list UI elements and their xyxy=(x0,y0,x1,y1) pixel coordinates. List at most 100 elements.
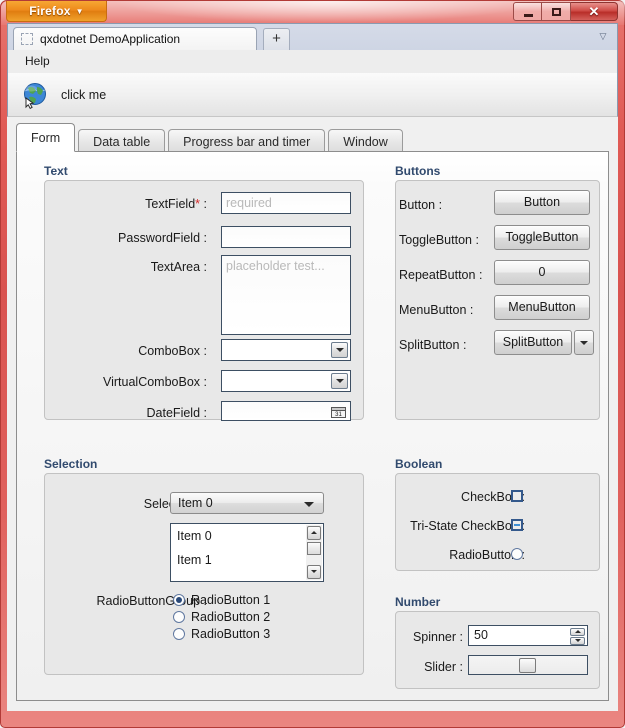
selectbox-control[interactable]: Item 0 xyxy=(170,492,324,514)
datefield-input[interactable]: 31 xyxy=(221,401,351,421)
combobox-control[interactable] xyxy=(221,339,351,361)
list-item[interactable]: Item 0 xyxy=(171,524,323,548)
spinner-up-button[interactable] xyxy=(570,628,585,636)
checkbox-control[interactable] xyxy=(511,490,523,502)
chevron-down-icon: ▼ xyxy=(75,6,84,16)
menu-item-help[interactable]: Help xyxy=(20,53,55,69)
repeat-button[interactable]: 0 xyxy=(494,260,590,285)
app-toolbar: click me xyxy=(7,73,618,117)
group-title-number: Number xyxy=(395,595,441,609)
toggle-button[interactable]: ToggleButton xyxy=(494,225,590,250)
menubar: Help xyxy=(7,50,618,73)
chevron-down-icon xyxy=(335,379,344,383)
spinner-down-button[interactable] xyxy=(570,637,585,645)
combobox-dropdown-button[interactable] xyxy=(331,342,348,358)
label-combobox-text: ComboBox xyxy=(138,344,201,358)
textfield-input[interactable]: required xyxy=(221,192,351,214)
label-textarea-text: TextArea xyxy=(150,260,201,274)
chevron-down-icon xyxy=(574,639,581,642)
label-datefield: DateField : xyxy=(87,406,207,420)
tristate-checkbox-control[interactable] xyxy=(511,519,523,531)
label-textfield: TextField* : xyxy=(87,197,207,211)
label-repeatbutton-sep: : xyxy=(478,268,483,282)
new-tab-button[interactable]: + xyxy=(263,28,290,50)
repeat-button-label: 0 xyxy=(538,265,546,279)
maximize-icon xyxy=(552,8,561,16)
browser-tab-title: qxdotnet DemoApplication xyxy=(40,32,181,46)
group-title-buttons: Buttons xyxy=(395,164,441,178)
label-virtualcombobox-sep: : xyxy=(203,375,207,389)
radio-radiobutton-2-label: RadioButton 2 xyxy=(191,610,271,624)
label-menubutton: MenuButton : xyxy=(399,303,509,317)
calendar-icon[interactable]: 31 xyxy=(331,405,346,418)
window-caption-buttons: ✕ xyxy=(513,2,618,21)
virtualcombobox-dropdown-button[interactable] xyxy=(331,373,348,389)
radio-radiobutton-1[interactable] xyxy=(173,594,185,606)
minimize-button[interactable] xyxy=(513,2,542,21)
radiobutton-control[interactable] xyxy=(511,548,523,560)
label-slider-text: Slider xyxy=(424,660,457,674)
group-title-boolean: Boolean xyxy=(395,457,443,471)
tab-list-dropdown-icon[interactable]: ▽ xyxy=(597,32,609,42)
label-radiobutton: RadioButton : xyxy=(407,548,525,562)
button-default[interactable]: Button xyxy=(494,190,590,215)
spinner-control[interactable]: 50 xyxy=(468,625,588,646)
group-title-selection: Selection xyxy=(44,457,98,471)
listbox-scrollbar[interactable] xyxy=(306,525,322,580)
split-button[interactable]: SplitButton xyxy=(494,330,572,355)
label-datefield-text: DateField xyxy=(146,406,201,420)
spinner-value: 50 xyxy=(474,628,488,642)
label-button: Button : xyxy=(399,198,509,212)
chevron-down-icon xyxy=(304,502,314,507)
close-icon: ✕ xyxy=(588,4,600,19)
maximize-button[interactable] xyxy=(542,2,571,21)
slider-knob[interactable] xyxy=(519,658,536,673)
button-default-label: Button xyxy=(523,195,561,209)
label-togglebutton-text: ToggleButton xyxy=(399,233,472,247)
split-button-arrow[interactable] xyxy=(574,330,594,355)
slider-control[interactable] xyxy=(468,655,588,675)
tab-form[interactable]: Form xyxy=(16,123,76,152)
label-passwordfield: PasswordField : xyxy=(87,231,207,245)
chevron-down-icon xyxy=(580,340,588,345)
chevron-up-icon xyxy=(574,630,581,633)
tab-window-label: Window xyxy=(343,135,388,149)
window-frame-sheen xyxy=(111,1,541,23)
virtualcombobox-control[interactable] xyxy=(221,370,351,392)
label-passwordfield-sep: : xyxy=(203,231,207,245)
radio-radiobutton-2[interactable] xyxy=(173,611,185,623)
click-me-button[interactable]: click me xyxy=(14,78,114,112)
chevron-down-icon xyxy=(335,348,344,352)
tab-progress-bar-and-timer-label: Progress bar and timer xyxy=(183,135,311,149)
spinner-buttons xyxy=(570,628,585,645)
close-button[interactable]: ✕ xyxy=(571,2,618,21)
menu-button[interactable]: MenuButton xyxy=(494,295,590,320)
radio-radiobutton-1-label: RadioButton 1 xyxy=(191,593,271,607)
chevron-up-icon xyxy=(311,531,317,534)
radio-radiobutton-3[interactable] xyxy=(173,628,185,640)
qx-tabview: Form Data table Progress bar and timer W… xyxy=(7,117,618,711)
label-textarea-sep: : xyxy=(203,260,207,274)
scroll-up-button[interactable] xyxy=(307,526,321,540)
label-slider-sep: : xyxy=(459,660,463,674)
label-button-sep: : xyxy=(438,198,443,212)
textarea-input[interactable]: placeholder test... xyxy=(221,255,351,335)
scrollbar-thumb[interactable] xyxy=(307,542,321,555)
firefox-app-menu-button[interactable]: Firefox ▼ xyxy=(6,1,107,22)
label-splitbutton-text: SplitButton xyxy=(399,338,460,352)
label-combobox-sep: : xyxy=(203,344,207,358)
label-combobox: ComboBox : xyxy=(87,344,207,358)
qx-tabbar: Form Data table Progress bar and timer W… xyxy=(16,123,403,154)
label-virtualcombobox-text: VirtualComboBox xyxy=(102,375,201,389)
list-item[interactable]: Item 1 xyxy=(171,548,323,572)
label-checkbox-text: CheckBox xyxy=(461,490,519,504)
label-menubutton-sep: : xyxy=(469,303,474,317)
passwordfield-input[interactable] xyxy=(221,226,351,248)
scroll-down-button[interactable] xyxy=(307,565,321,579)
label-button-text: Button xyxy=(399,198,436,212)
listbox-control[interactable]: Item 0 Item 1 xyxy=(170,523,324,582)
browser-tab-demoapplication[interactable]: qxdotnet DemoApplication xyxy=(13,27,257,50)
label-spinner-text: Spinner xyxy=(412,630,457,644)
label-datefield-sep: : xyxy=(203,406,207,420)
label-splitbutton: SplitButton : xyxy=(399,338,509,352)
